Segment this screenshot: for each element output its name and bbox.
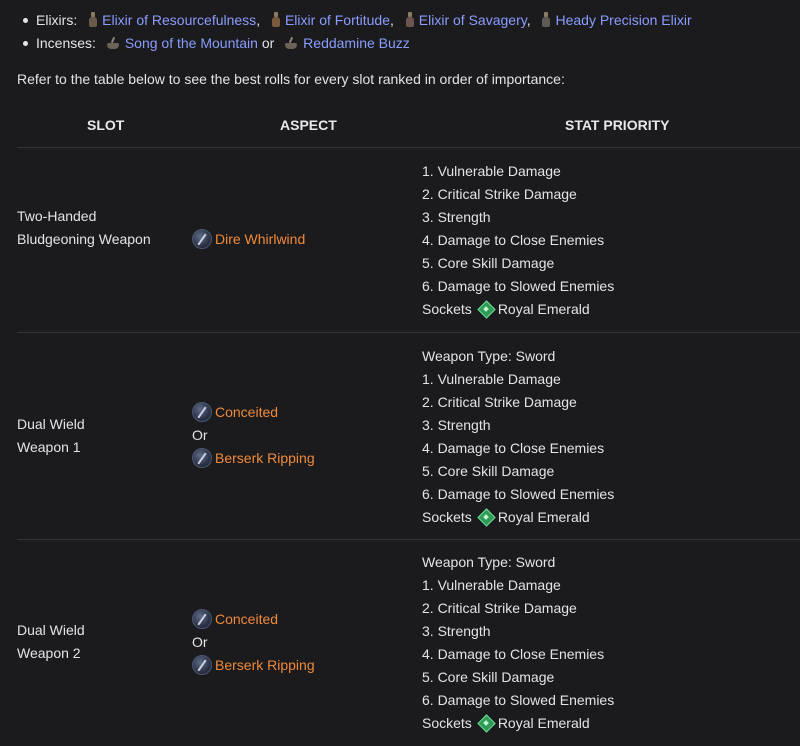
or-text: Or <box>192 427 208 443</box>
stat-line: 6. Damage to Slowed Enemies <box>422 692 615 708</box>
sockets-line: Sockets Royal Emerald <box>422 301 590 317</box>
incenses-label: Incenses: <box>36 35 96 51</box>
aspect-icon <box>192 229 212 249</box>
header-stat-priority: STAT PRIORITY <box>565 117 670 133</box>
stat-line: 6. Damage to Slowed Enemies <box>422 486 615 502</box>
sockets-line: Sockets Royal Emerald <box>422 509 590 525</box>
table-row: Two-Handed Bludgeoning Weapon Dire Whirl… <box>17 148 800 333</box>
elixirs-label: Elixirs: <box>36 12 78 28</box>
socket-gem-name: Royal Emerald <box>497 301 590 317</box>
weapon-type: Weapon Type: Sword <box>422 348 556 364</box>
header-aspect: ASPECT <box>280 117 337 133</box>
or-text: Or <box>192 634 208 650</box>
consumables-list: Elixirs: Elixir of Resourcefulness, Elix… <box>17 10 800 56</box>
aspect-cell: Conceited Or Berserk Ripping <box>192 608 315 677</box>
slot-cell: Dual Wield Weapon 2 <box>17 622 85 661</box>
elixir-icon <box>88 12 98 28</box>
incenses-item: Incenses: Song of the Mountain or Reddam… <box>17 33 800 56</box>
or-text: or <box>261 35 275 51</box>
table-intro: Refer to the table below to see the best… <box>17 71 565 87</box>
stat-line: 5. Core Skill Damage <box>422 255 555 271</box>
stat-priority-cell: 1. Vulnerable Damage 2. Critical Strike … <box>422 160 614 321</box>
elixir-icon <box>271 12 281 28</box>
stat-line: 4. Damage to Close Enemies <box>422 646 605 662</box>
aspect-icon <box>192 609 212 629</box>
incense-link-reddamine-buzz[interactable]: Reddamine Buzz <box>303 35 410 51</box>
incense-icon <box>106 37 120 49</box>
elixir-link-fortitude[interactable]: Elixir of Fortitude <box>285 12 390 28</box>
aspect-link-berserk-ripping[interactable]: Berserk Ripping <box>215 657 315 673</box>
table-row: Dual Wield Weapon 2 Conceited Or Berserk… <box>17 540 800 746</box>
incense-icon <box>284 37 298 49</box>
stat-priority-cell: Weapon Type: Sword 1. Vulnerable Damage … <box>422 551 614 735</box>
stat-line: 3. Strength <box>422 209 491 225</box>
stat-priority-cell: Weapon Type: Sword 1. Vulnerable Damage … <box>422 345 614 529</box>
aspect-link-conceited[interactable]: Conceited <box>215 404 278 420</box>
stat-line: 5. Core Skill Damage <box>422 669 555 685</box>
stat-line: 1. Vulnerable Damage <box>422 577 561 593</box>
stat-line: 2. Critical Strike Damage <box>422 186 577 202</box>
slot-cell: Two-Handed Bludgeoning Weapon <box>17 208 151 247</box>
aspect-icon <box>192 655 212 675</box>
aspect-icon <box>192 402 212 422</box>
stat-line: 4. Damage to Close Enemies <box>422 232 605 248</box>
stat-line: 6. Damage to Slowed Enemies <box>422 278 615 294</box>
emerald-gem-icon <box>479 510 493 524</box>
table-header: SLOT ASPECT STAT PRIORITY <box>17 103 800 148</box>
emerald-gem-icon <box>479 716 493 730</box>
slot-cell: Dual Wield Weapon 1 <box>17 416 85 455</box>
stat-line: 3. Strength <box>422 623 491 639</box>
aspect-cell: Conceited Or Berserk Ripping <box>192 401 315 470</box>
elixir-link-savagery[interactable]: Elixir of Savagery <box>419 12 527 28</box>
elixir-link-heady-precision[interactable]: Heady Precision Elixir <box>555 12 691 28</box>
build-guide-content: Elixirs: Elixir of Resourcefulness, Elix… <box>0 10 800 746</box>
emerald-gem-icon <box>479 302 493 316</box>
stat-line: 3. Strength <box>422 417 491 433</box>
socket-gem-name: Royal Emerald <box>497 509 590 525</box>
stat-line: 2. Critical Strike Damage <box>422 394 577 410</box>
elixir-link-resourcefulness[interactable]: Elixir of Resourcefulness <box>102 12 256 28</box>
aspect-link-dire-whirlwind[interactable]: Dire Whirlwind <box>215 231 305 247</box>
incense-link-song-of-the-mountain[interactable]: Song of the Mountain <box>125 35 258 51</box>
aspect-icon <box>192 448 212 468</box>
socket-gem-name: Royal Emerald <box>497 715 590 731</box>
elixirs-item: Elixirs: Elixir of Resourcefulness, Elix… <box>17 10 800 33</box>
stat-line: 1. Vulnerable Damage <box>422 163 561 179</box>
stat-line: 5. Core Skill Damage <box>422 463 555 479</box>
elixir-icon <box>541 12 551 28</box>
aspect-cell: Dire Whirlwind <box>192 228 305 251</box>
table-row: Dual Wield Weapon 1 Conceited Or Berserk… <box>17 333 800 540</box>
weapon-type: Weapon Type: Sword <box>422 554 556 570</box>
stat-line: 4. Damage to Close Enemies <box>422 440 605 456</box>
elixir-icon <box>405 12 415 28</box>
aspect-link-conceited[interactable]: Conceited <box>215 611 278 627</box>
sockets-line: Sockets Royal Emerald <box>422 715 590 731</box>
stat-line: 1. Vulnerable Damage <box>422 371 561 387</box>
stat-line: 2. Critical Strike Damage <box>422 600 577 616</box>
header-slot: SLOT <box>87 117 125 133</box>
aspect-link-berserk-ripping[interactable]: Berserk Ripping <box>215 450 315 466</box>
